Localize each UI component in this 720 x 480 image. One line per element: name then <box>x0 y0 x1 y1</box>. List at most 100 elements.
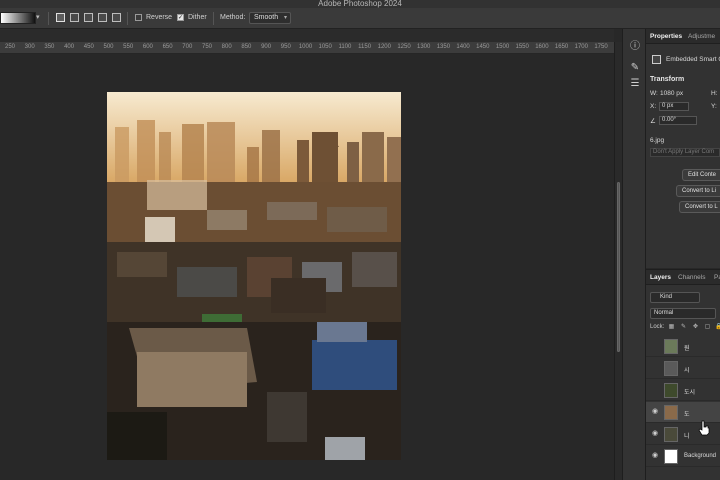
ruler-tick-label: 300 <box>24 44 35 50</box>
kind-label: Kind <box>660 294 673 300</box>
lock-position-icon[interactable]: ✥ <box>692 324 699 331</box>
ruler-tick-label: 1100 <box>338 44 352 50</box>
ruler-tick-label: 1650 <box>554 44 569 50</box>
ruler-tick-label: 1750 <box>594 44 608 50</box>
reflected-gradient-button[interactable] <box>98 13 107 22</box>
ruler-tick-label: 1450 <box>476 44 490 50</box>
ruler-tick-label: 1350 <box>436 44 451 50</box>
tab-adjustments[interactable]: Adjustme <box>688 33 715 40</box>
layer-row[interactable]: 도시 <box>646 380 720 401</box>
method-label: Method: <box>220 14 246 21</box>
blend-mode-select[interactable]: Normal <box>650 308 716 319</box>
layer-name: 니 <box>684 434 690 440</box>
ruler-tick-label: 1500 <box>495 44 510 50</box>
lock-label: Lock: <box>650 324 665 330</box>
visibility-eye-icon[interactable]: ◉ <box>651 408 659 415</box>
smart-object-icon <box>652 55 661 64</box>
adjustments-icon[interactable]: ☰ <box>629 78 641 90</box>
convert-to-linked-button[interactable]: Convert to Li <box>676 185 720 197</box>
layer-comps-select[interactable]: Don't Apply Layer Com <box>650 148 720 157</box>
scrollbar-thumb[interactable] <box>617 182 620 352</box>
ruler-tick-label: 550 <box>123 44 134 50</box>
gradient-preview[interactable] <box>0 12 36 24</box>
brush-settings-icon[interactable]: ✎ <box>629 62 641 74</box>
layer-row[interactable]: ◉ Background <box>646 446 720 467</box>
lock-pixels-icon[interactable]: ✎ <box>680 324 687 331</box>
layer-thumbnail <box>664 427 678 442</box>
ruler-tick-label: 800 <box>221 44 232 50</box>
angle-gradient-button[interactable] <box>84 13 93 22</box>
dither-checkbox[interactable]: ✓ <box>177 14 184 21</box>
ruler-tick-label: 400 <box>64 44 75 50</box>
artboard-icon[interactable]: ▢ <box>704 324 711 331</box>
dither-label: Dither <box>188 14 207 21</box>
blend-mode-value: Normal <box>654 310 674 316</box>
ruler-tick-label: 950 <box>280 44 291 50</box>
ruler-tick-label: 500 <box>103 44 114 50</box>
layer-type-label: Embedded Smart O <box>666 56 720 63</box>
ruler-tick-label: 850 <box>241 44 252 50</box>
ruler-tick-label: 650 <box>162 44 173 50</box>
lock-all-icon[interactable]: 🔒 <box>715 324 720 331</box>
vertical-scrollbar[interactable] <box>614 42 622 480</box>
ruler-tick-label: 1700 <box>574 44 588 50</box>
edit-contents-button[interactable]: Edit Conte <box>682 169 720 181</box>
visibility-eye-icon[interactable] <box>651 387 659 393</box>
transform-heading: Transform <box>650 76 685 83</box>
tab-properties[interactable]: Properties <box>650 33 682 40</box>
visibility-eye-icon[interactable] <box>651 365 659 371</box>
ruler-tick-label: 350 <box>44 44 55 50</box>
divider <box>48 12 49 25</box>
tab-layers[interactable]: Layers <box>650 274 671 281</box>
tab-paths[interactable]: Pa <box>714 274 720 281</box>
layer-thumbnail <box>664 383 678 398</box>
layer-name: Background <box>684 453 717 459</box>
linear-gradient-button[interactable] <box>56 13 65 22</box>
ruler-tick-label: 600 <box>142 44 153 50</box>
x-field[interactable]: 0 px <box>659 102 689 111</box>
chevron-down-icon[interactable]: ▾ <box>36 13 43 23</box>
panel-tool-strip: ⓘ ✎ ☰ <box>622 29 646 480</box>
ruler-tick-label: 1600 <box>535 44 549 50</box>
convert-to-layers-button[interactable]: Convert to L <box>679 201 720 213</box>
layer-row[interactable]: 시 <box>646 358 720 379</box>
layer-thumbnail <box>664 361 678 376</box>
ruler-tick-label: 900 <box>261 44 272 50</box>
document-canvas[interactable] <box>107 92 401 460</box>
reverse-checkbox[interactable] <box>135 14 142 21</box>
tab-channels[interactable]: Channels <box>678 274 705 281</box>
lock-transparent-icon[interactable]: ▦ <box>668 324 675 331</box>
layers-tabs: Layers Channels Pa <box>646 270 720 285</box>
info-icon[interactable]: ⓘ <box>629 41 641 53</box>
x-value: 0 px <box>662 103 674 109</box>
visibility-eye-icon[interactable]: ◉ <box>651 452 659 459</box>
ruler-tick-label: 1300 <box>417 44 431 50</box>
visibility-eye-icon[interactable]: ◉ <box>651 430 659 437</box>
y-label: Y: <box>711 103 717 110</box>
reverse-label: Reverse <box>146 14 173 21</box>
ruler-tick-label: 1400 <box>456 44 470 50</box>
diamond-gradient-button[interactable] <box>112 13 121 22</box>
width-value[interactable]: 1080 px <box>660 90 683 97</box>
width-label: W: <box>650 90 658 97</box>
options-bar: ▾ Reverse ✓ Dither Method: Smooth ▾ <box>0 8 720 29</box>
layer-thumbnail <box>664 339 678 354</box>
angle-field[interactable]: 0.00° <box>659 116 697 125</box>
kind-filter-select[interactable]: Kind <box>650 292 700 303</box>
method-select[interactable]: Smooth ▾ <box>249 12 291 24</box>
layer-row[interactable]: 원 <box>646 336 720 357</box>
ruler-tick-label: 1250 <box>397 44 411 50</box>
visibility-eye-icon[interactable] <box>651 343 659 349</box>
height-label: H: <box>711 90 718 97</box>
layer-thumbnail <box>664 449 678 464</box>
properties-tabs: Properties Adjustme <box>646 29 720 44</box>
method-value: Smooth <box>254 14 279 21</box>
radial-gradient-button[interactable] <box>70 13 79 22</box>
file-name: 6.jpg <box>650 137 665 144</box>
ruler-tick-label: 1200 <box>377 44 391 50</box>
layers-panel: Layers Channels Pa Kind Normal Lock: ▦ ✎… <box>646 269 720 480</box>
layer-name: 시 <box>684 368 690 374</box>
horizontal-ruler[interactable]: 250 300 350 400 450 500 550 600 650 700 750 800 850 9… <box>0 42 627 54</box>
divider <box>127 12 128 25</box>
document-tab-strip <box>0 29 614 42</box>
